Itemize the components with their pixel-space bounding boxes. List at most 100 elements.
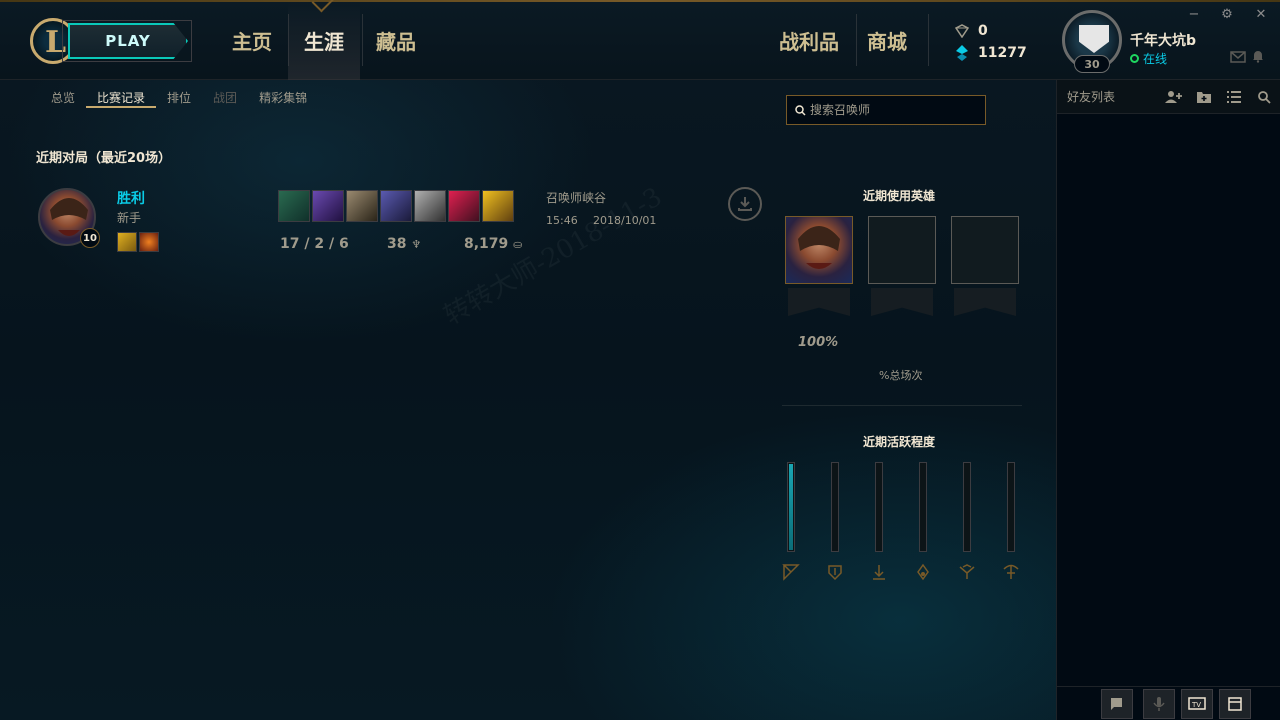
gold-value: 8,179 xyxy=(464,236,509,252)
svg-text:TV: TV xyxy=(1191,701,1201,709)
item-slot-sword-icon xyxy=(380,190,412,222)
nav-divider xyxy=(928,14,929,66)
friends-header: 好友列表 xyxy=(1057,80,1280,114)
item-slot-boots-icon xyxy=(312,190,344,222)
window-icon xyxy=(1228,697,1242,711)
fill-role-icon xyxy=(1001,562,1021,582)
tab-clubs[interactable]: 战团 xyxy=(202,90,248,108)
activity-bar-bot xyxy=(919,462,927,552)
currency-display[interactable]: 0 11277 xyxy=(954,20,1027,64)
collapse-panel-button[interactable] xyxy=(1219,689,1251,719)
download-icon xyxy=(738,197,752,211)
nav-profile[interactable]: 生涯 xyxy=(288,0,360,80)
patch-notes-button[interactable] xyxy=(1101,689,1133,719)
blue-essence-icon xyxy=(954,45,970,61)
activity-bar-jungle xyxy=(831,462,839,552)
list-view-icon[interactable] xyxy=(1225,89,1243,105)
panel-divider xyxy=(782,405,1022,406)
voice-button[interactable] xyxy=(1143,689,1175,719)
nav-loot[interactable]: 战利品 xyxy=(764,0,854,80)
nav-home[interactable]: 主页 xyxy=(216,0,288,80)
search-icon xyxy=(795,101,806,120)
friends-list-title: 好友列表 xyxy=(1067,90,1116,104)
friends-panel: 好友列表 TV xyxy=(1056,80,1280,720)
status-dot-icon xyxy=(1130,54,1139,63)
online-status[interactable]: 在线 xyxy=(1130,50,1167,67)
microphone-icon xyxy=(1153,697,1165,711)
match-cs: 38 ♆ xyxy=(387,236,421,252)
right-nav: 战利品 商城 xyxy=(764,0,920,80)
match-gold: 8,179 ⛀ xyxy=(464,236,522,252)
champion-banner xyxy=(954,288,1016,316)
champion-level: 10 xyxy=(80,228,100,248)
profile-subtabs: 总览 比赛记录 排位 战团 精彩集锦 xyxy=(40,90,318,108)
item-slot-axe-icon xyxy=(278,190,310,222)
activity-bar-fill xyxy=(1007,462,1015,552)
summoner-name[interactable]: 千年大坑b xyxy=(1130,30,1196,50)
notification-bell-icon[interactable] xyxy=(1251,48,1267,63)
invitational-badge-icon xyxy=(1079,25,1109,53)
download-replay-button[interactable] xyxy=(728,187,762,221)
item-slot-blade-icon xyxy=(414,190,446,222)
nav-store[interactable]: 商城 xyxy=(854,0,920,80)
play-button-label: PLAY xyxy=(105,32,151,50)
champion-banner xyxy=(788,288,850,316)
summoner-search-input[interactable] xyxy=(810,103,980,117)
tab-highlights[interactable]: 精彩集锦 xyxy=(248,90,318,108)
item-slot-crystal-icon xyxy=(448,190,480,222)
match-map: 召唤师峡谷 xyxy=(546,191,607,205)
tab-match-history[interactable]: 比赛记录 xyxy=(86,90,157,108)
minion-icon: ♆ xyxy=(411,238,422,251)
recent-matches-title: 近期对局（最近20场） xyxy=(36,151,172,166)
friends-search-icon[interactable] xyxy=(1255,89,1273,105)
match-kda: 17 / 2 / 6 xyxy=(280,236,349,252)
bot-role-icon xyxy=(913,562,933,582)
play-button[interactable]: PLAY xyxy=(68,23,188,59)
activity-bar-top xyxy=(787,462,795,552)
recent-champions-title: 近期使用英雄 xyxy=(863,189,936,203)
minimize-button[interactable]: − xyxy=(1185,7,1203,22)
settings-gear-icon[interactable]: ⚙ xyxy=(1218,7,1236,22)
activity-bar-support xyxy=(963,462,971,552)
top-bar: L PLAY 主页 生涯 藏品 战利品 商城 0 11277 30 千年大坑b … xyxy=(0,0,1280,80)
match-result: 胜利 xyxy=(117,191,145,207)
notes-icon xyxy=(1111,698,1122,710)
rp-icon xyxy=(954,23,970,39)
client-window: L PLAY 主页 生涯 藏品 战利品 商城 0 11277 30 千年大坑b … xyxy=(0,0,1280,720)
percent-total-games-label: %总场次 xyxy=(879,369,923,382)
support-role-icon xyxy=(957,562,977,582)
item-slot-trinket-icon xyxy=(482,190,514,222)
recent-champion-2-empty xyxy=(868,216,936,284)
tv-button[interactable]: TV xyxy=(1181,689,1213,719)
profile-level: 30 xyxy=(1074,55,1110,73)
cs-value: 38 xyxy=(387,236,407,252)
activity-bar-mid xyxy=(875,462,883,552)
tab-overview[interactable]: 总览 xyxy=(40,90,86,108)
rp-amount: 0 xyxy=(978,23,988,39)
item-slot-claw-icon xyxy=(346,190,378,222)
main-nav: 主页 生涯 藏品 xyxy=(216,0,432,80)
recent-champion-3-empty xyxy=(951,216,1019,284)
recent-champion-1[interactable] xyxy=(785,216,853,284)
add-friend-icon[interactable] xyxy=(1165,89,1183,105)
summoner-spells xyxy=(117,232,159,252)
status-label: 在线 xyxy=(1143,52,1168,66)
ghost-spell-icon xyxy=(117,232,137,252)
friends-footer: TV xyxy=(1057,686,1280,720)
mail-icon[interactable] xyxy=(1230,48,1246,63)
champion-play-percent: 100% xyxy=(798,335,839,350)
summoner-search[interactable] xyxy=(786,95,986,125)
item-build xyxy=(278,190,514,222)
gold-coins-icon: ⛀ xyxy=(513,238,523,251)
mid-role-icon xyxy=(869,562,889,582)
match-queue: 新手 xyxy=(117,211,142,225)
nav-collection[interactable]: 藏品 xyxy=(360,0,432,80)
jungle-role-icon xyxy=(825,562,845,582)
blue-essence-amount: 11277 xyxy=(978,45,1027,61)
tab-ranked[interactable]: 排位 xyxy=(156,90,202,108)
add-folder-icon[interactable] xyxy=(1195,89,1213,105)
close-button[interactable]: ✕ xyxy=(1252,7,1270,22)
activity-bar-fill xyxy=(789,464,793,550)
recent-activity-title: 近期活跃程度 xyxy=(863,435,936,449)
ignite-spell-icon xyxy=(139,232,159,252)
